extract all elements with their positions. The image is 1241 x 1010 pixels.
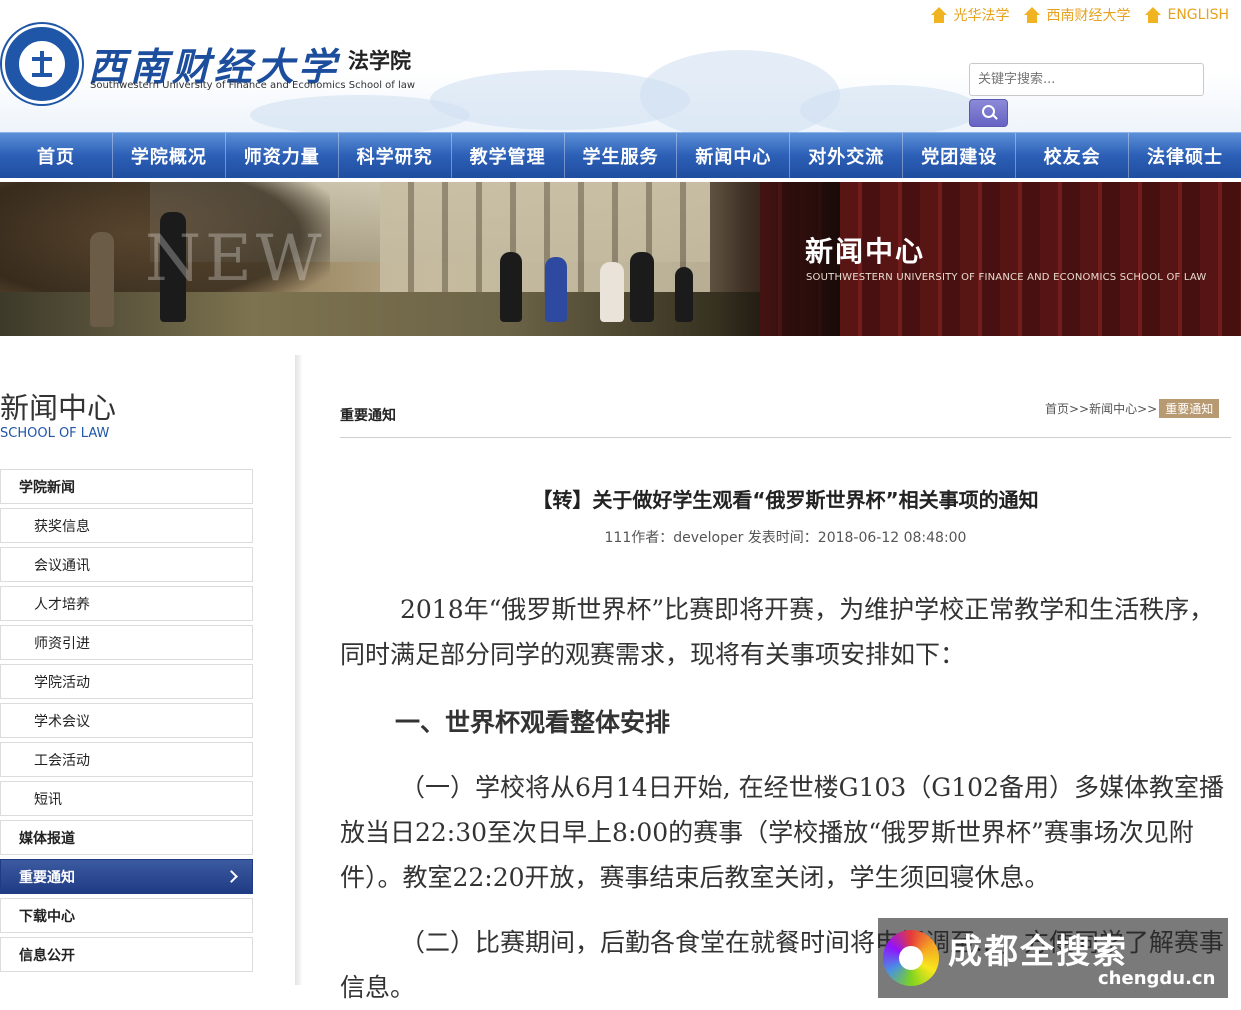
search-icon (982, 105, 995, 118)
nav-jm[interactable]: 法律硕士 (1129, 133, 1241, 178)
nav-faculty[interactable]: 师资力量 (226, 133, 339, 178)
top-link-english[interactable]: ENGLISH (1144, 5, 1229, 25)
sidebar-item-media[interactable]: 媒体报道 (0, 820, 253, 855)
article-meta: 111作者：developer 发表时间：2018-06-12 08:48:00 (604, 530, 967, 546)
sidebar-item-conferences[interactable]: 学术会议 (0, 703, 253, 738)
site-header: 西南财经大学 法学院 Southwestern University of Fi… (0, 0, 1241, 132)
sidebar-item-label: 重要通知 (19, 869, 75, 886)
nav-home[interactable]: 首页 (0, 133, 113, 178)
sidebar-item-talent[interactable]: 人才培养 (0, 586, 253, 621)
banner-title: 新闻中心 (805, 235, 926, 268)
sidebar-item-college-news[interactable]: 学院新闻 (0, 469, 253, 504)
nav-student-services[interactable]: 学生服务 (565, 133, 678, 178)
sidebar-divider (295, 355, 303, 985)
nav-about[interactable]: 学院概况 (113, 133, 226, 178)
home-icon (930, 7, 948, 23)
sidebar-item-awards[interactable]: 获奖信息 (0, 508, 253, 543)
chevron-right-icon (225, 870, 238, 883)
top-link-guanghua[interactable]: 光华法学 (930, 5, 1009, 25)
nav-exchange[interactable]: 对外交流 (790, 133, 904, 178)
top-link-university[interactable]: 西南财经大学 (1023, 5, 1130, 25)
main-nav: 首页 学院概况 师资力量 科学研究 教学管理 学生服务 新闻中心 对外交流 党团… (0, 132, 1241, 178)
sidebar-item-activities[interactable]: 学院活动 (0, 664, 253, 699)
sidebar-subtitle: SCHOOL OF LAW (0, 426, 110, 441)
sidebar-item-notices[interactable]: 重要通知 (0, 859, 253, 894)
breadcrumb: 首页>>新闻中心>> 重要通知 (1045, 399, 1220, 418)
nav-party[interactable]: 党团建设 (903, 133, 1017, 178)
university-seal-logo[interactable] (2, 24, 82, 104)
watermark-ring-icon (883, 930, 939, 986)
watermark-logo: 成都全搜索 chengdu.cn (878, 918, 1228, 998)
banner-background-word: NEW (145, 222, 326, 296)
nav-alumni[interactable]: 校友会 (1016, 133, 1130, 178)
nav-research[interactable]: 科学研究 (339, 133, 452, 178)
sidebar-title: 新闻中心 (0, 391, 117, 425)
divider (340, 437, 1231, 438)
school-name: 法学院 (348, 49, 411, 73)
article-paragraph: （一）学校将从6月14日开始, 在经世楼G103（G102备用）多媒体教室播放当… (340, 773, 1224, 892)
section-title: 重要通知 (340, 408, 396, 424)
sidebar-item-disclosure[interactable]: 信息公开 (0, 937, 253, 972)
top-links: 光华法学 西南财经大学 ENGLISH (930, 5, 1229, 25)
sidebar-item-downloads[interactable]: 下载中心 (0, 898, 253, 933)
article-title: 【转】关于做好学生观看“俄罗斯世界杯”相关事项的通知 (532, 488, 1039, 512)
nav-news[interactable]: 新闻中心 (677, 133, 791, 178)
banner-subtitle: SOUTHWESTERN UNIVERSITY OF FINANCE AND E… (806, 272, 1207, 283)
breadcrumb-path[interactable]: 首页>>新闻中心>> (1045, 400, 1157, 417)
sidebar-item-meetings[interactable]: 会议通讯 (0, 547, 253, 582)
sidebar-item-briefs[interactable]: 短讯 (0, 781, 253, 816)
search-button[interactable] (969, 99, 1008, 127)
nav-teaching[interactable]: 教学管理 (452, 133, 565, 178)
sidebar-item-union[interactable]: 工会活动 (0, 742, 253, 777)
article-heading: 一、世界杯观看整体安排 (395, 708, 671, 737)
sidebar-item-recruitment[interactable]: 师资引进 (0, 625, 253, 660)
article-paragraph: 2018年“俄罗斯世界杯”比赛即将开赛，为维护学校正常教学和生活秩序，同时满足部… (340, 595, 1215, 669)
search-input[interactable] (969, 63, 1204, 96)
breadcrumb-current: 重要通知 (1159, 399, 1220, 418)
home-icon (1144, 7, 1162, 23)
university-english-name: Southwestern University of Finance and E… (90, 80, 416, 91)
home-icon (1023, 7, 1041, 23)
sidebar-menu: 学院新闻 获奖信息 会议通讯 人才培养 师资引进 学院活动 学术会议 工会活动 … (0, 469, 253, 976)
news-banner: NEW 新闻中心 SOUTHWESTERN UNIVERSITY OF FINA… (0, 182, 1241, 336)
